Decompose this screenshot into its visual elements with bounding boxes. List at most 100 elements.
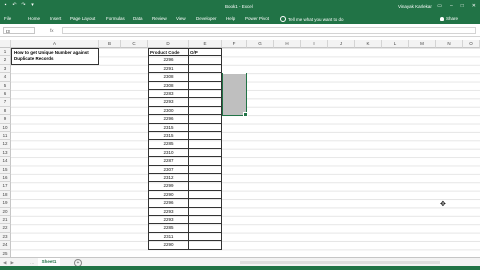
title-note-cell-a1[interactable]: How to get Unique Number against Duplica… — [11, 48, 99, 65]
row-header[interactable]: 12 — [0, 140, 11, 149]
row-header[interactable]: 15 — [0, 165, 11, 174]
close-icon[interactable]: ✕ — [472, 3, 476, 9]
column-header-h[interactable]: H — [274, 40, 301, 48]
output-cell[interactable] — [189, 98, 222, 107]
row-header[interactable]: 7 — [0, 98, 11, 107]
output-cell[interactable] — [189, 224, 222, 233]
output-cell[interactable] — [189, 140, 222, 149]
minimize-icon[interactable]: – — [450, 3, 453, 9]
fill-handle[interactable] — [243, 111, 248, 117]
tab-insert[interactable]: Insert — [50, 16, 61, 21]
column-header-e[interactable]: E — [189, 40, 222, 48]
name-box[interactable]: I3 — [3, 27, 35, 34]
tab-file[interactable]: File — [4, 16, 11, 21]
row-header[interactable]: 1 — [0, 48, 11, 57]
select-all-corner[interactable] — [0, 40, 11, 48]
tab-formulas[interactable]: Formulas — [106, 16, 125, 21]
row-header[interactable]: 4 — [0, 73, 11, 82]
column-header-d[interactable]: D — [148, 40, 189, 48]
formula-input[interactable] — [62, 27, 476, 34]
product-code-cell[interactable]: 2290 — [148, 190, 189, 200]
share-button[interactable]: Share — [440, 16, 458, 21]
product-code-cell[interactable]: 2293 — [148, 98, 189, 107]
product-code-cell[interactable]: 2291 — [148, 64, 189, 74]
product-code-cell[interactable]: 2308 — [148, 73, 189, 82]
product-code-cell[interactable]: 2300 — [148, 106, 189, 116]
output-cell[interactable] — [189, 106, 222, 116]
tab-view[interactable]: View — [176, 16, 186, 21]
column-header-m[interactable]: M — [409, 40, 436, 48]
undo-icon[interactable]: ↶ — [12, 3, 17, 8]
output-cell[interactable] — [189, 123, 222, 132]
customize-icon[interactable]: ▾ — [30, 3, 35, 8]
horizontal-scrollbar[interactable] — [240, 261, 440, 264]
product-code-cell[interactable]: 2296 — [148, 115, 189, 124]
selected-range[interactable] — [222, 65, 248, 117]
tab-home[interactable]: Home — [28, 16, 40, 21]
user-name[interactable]: Vinayak Karlekar — [398, 4, 432, 9]
row-header[interactable]: 13 — [0, 148, 11, 158]
product-code-cell[interactable]: 2287 — [148, 157, 189, 166]
column-header-a[interactable]: A — [11, 40, 99, 48]
row-header[interactable]: 3 — [0, 64, 11, 74]
output-cell[interactable] — [189, 81, 222, 90]
tab-page-layout[interactable]: Page Layout — [70, 16, 95, 21]
row-header[interactable]: 24 — [0, 241, 11, 250]
tab-power-pivot[interactable]: Power Pivot — [245, 16, 269, 21]
row-header[interactable]: 5 — [0, 81, 11, 90]
row-header[interactable]: 22 — [0, 224, 11, 233]
column-header-i[interactable]: I — [301, 40, 328, 48]
output-cell[interactable] — [189, 64, 222, 74]
tab-help[interactable]: Help — [226, 16, 235, 21]
output-cell[interactable] — [189, 73, 222, 82]
fx-icon[interactable]: fx — [50, 28, 54, 33]
row-header[interactable]: 19 — [0, 199, 11, 208]
product-code-cell[interactable]: 2311 — [148, 232, 189, 242]
row-header[interactable]: 11 — [0, 132, 11, 141]
output-cell[interactable] — [189, 157, 222, 166]
column-header-b[interactable]: B — [99, 40, 121, 48]
product-code-cell[interactable]: 2293 — [148, 216, 189, 225]
active-cell[interactable] — [223, 65, 246, 75]
product-code-cell[interactable]: 2299 — [148, 182, 189, 191]
product-code-cell[interactable]: 2285 — [148, 140, 189, 149]
more-sheets-icon[interactable]: … — [30, 260, 35, 265]
output-cell[interactable] — [189, 232, 222, 242]
product-code-cell[interactable]: 2293 — [148, 207, 189, 216]
tell-me-search[interactable]: Tell me what you want to do — [280, 16, 344, 22]
product-code-cell[interactable]: 2296 — [148, 199, 189, 208]
product-code-cell[interactable]: 2315 — [148, 132, 189, 141]
row-header[interactable]: 8 — [0, 106, 11, 116]
save-icon[interactable]: ▪ — [3, 3, 8, 8]
product-code-cell[interactable]: 2290 — [148, 241, 189, 250]
cell-d1-product-code[interactable]: Product Code — [148, 48, 189, 57]
row-header[interactable]: 10 — [0, 123, 11, 132]
tab-data[interactable]: Data — [133, 16, 143, 21]
product-code-cell[interactable]: 2308 — [148, 81, 189, 90]
product-code-cell[interactable]: 2312 — [148, 174, 189, 183]
output-cell[interactable] — [189, 90, 222, 99]
column-header-g[interactable]: G — [247, 40, 274, 48]
column-header-f[interactable]: F — [222, 40, 247, 48]
column-header-n[interactable]: N — [436, 40, 463, 48]
row-header[interactable]: 2 — [0, 56, 11, 65]
product-code-cell[interactable]: 2307 — [148, 165, 189, 174]
output-cell[interactable] — [189, 165, 222, 174]
product-code-cell[interactable]: 2296 — [148, 56, 189, 65]
output-cell[interactable] — [189, 241, 222, 250]
row-header[interactable]: 17 — [0, 182, 11, 191]
output-cell[interactable] — [189, 216, 222, 225]
output-cell[interactable] — [189, 132, 222, 141]
row-header[interactable]: 18 — [0, 190, 11, 200]
product-code-cell[interactable]: 2315 — [148, 123, 189, 132]
tab-developer[interactable]: Developer — [196, 16, 217, 21]
row-header[interactable]: 14 — [0, 157, 11, 166]
column-header-k[interactable]: K — [355, 40, 382, 48]
output-cell[interactable] — [189, 148, 222, 158]
column-header-j[interactable]: J — [328, 40, 355, 48]
restore-icon[interactable]: □ — [461, 3, 464, 9]
product-code-cell[interactable]: 2283 — [148, 90, 189, 99]
ribbon-display-icon[interactable]: ▭ — [437, 3, 442, 9]
redo-icon[interactable]: ↷ — [21, 3, 26, 8]
product-code-cell[interactable]: 2310 — [148, 148, 189, 158]
